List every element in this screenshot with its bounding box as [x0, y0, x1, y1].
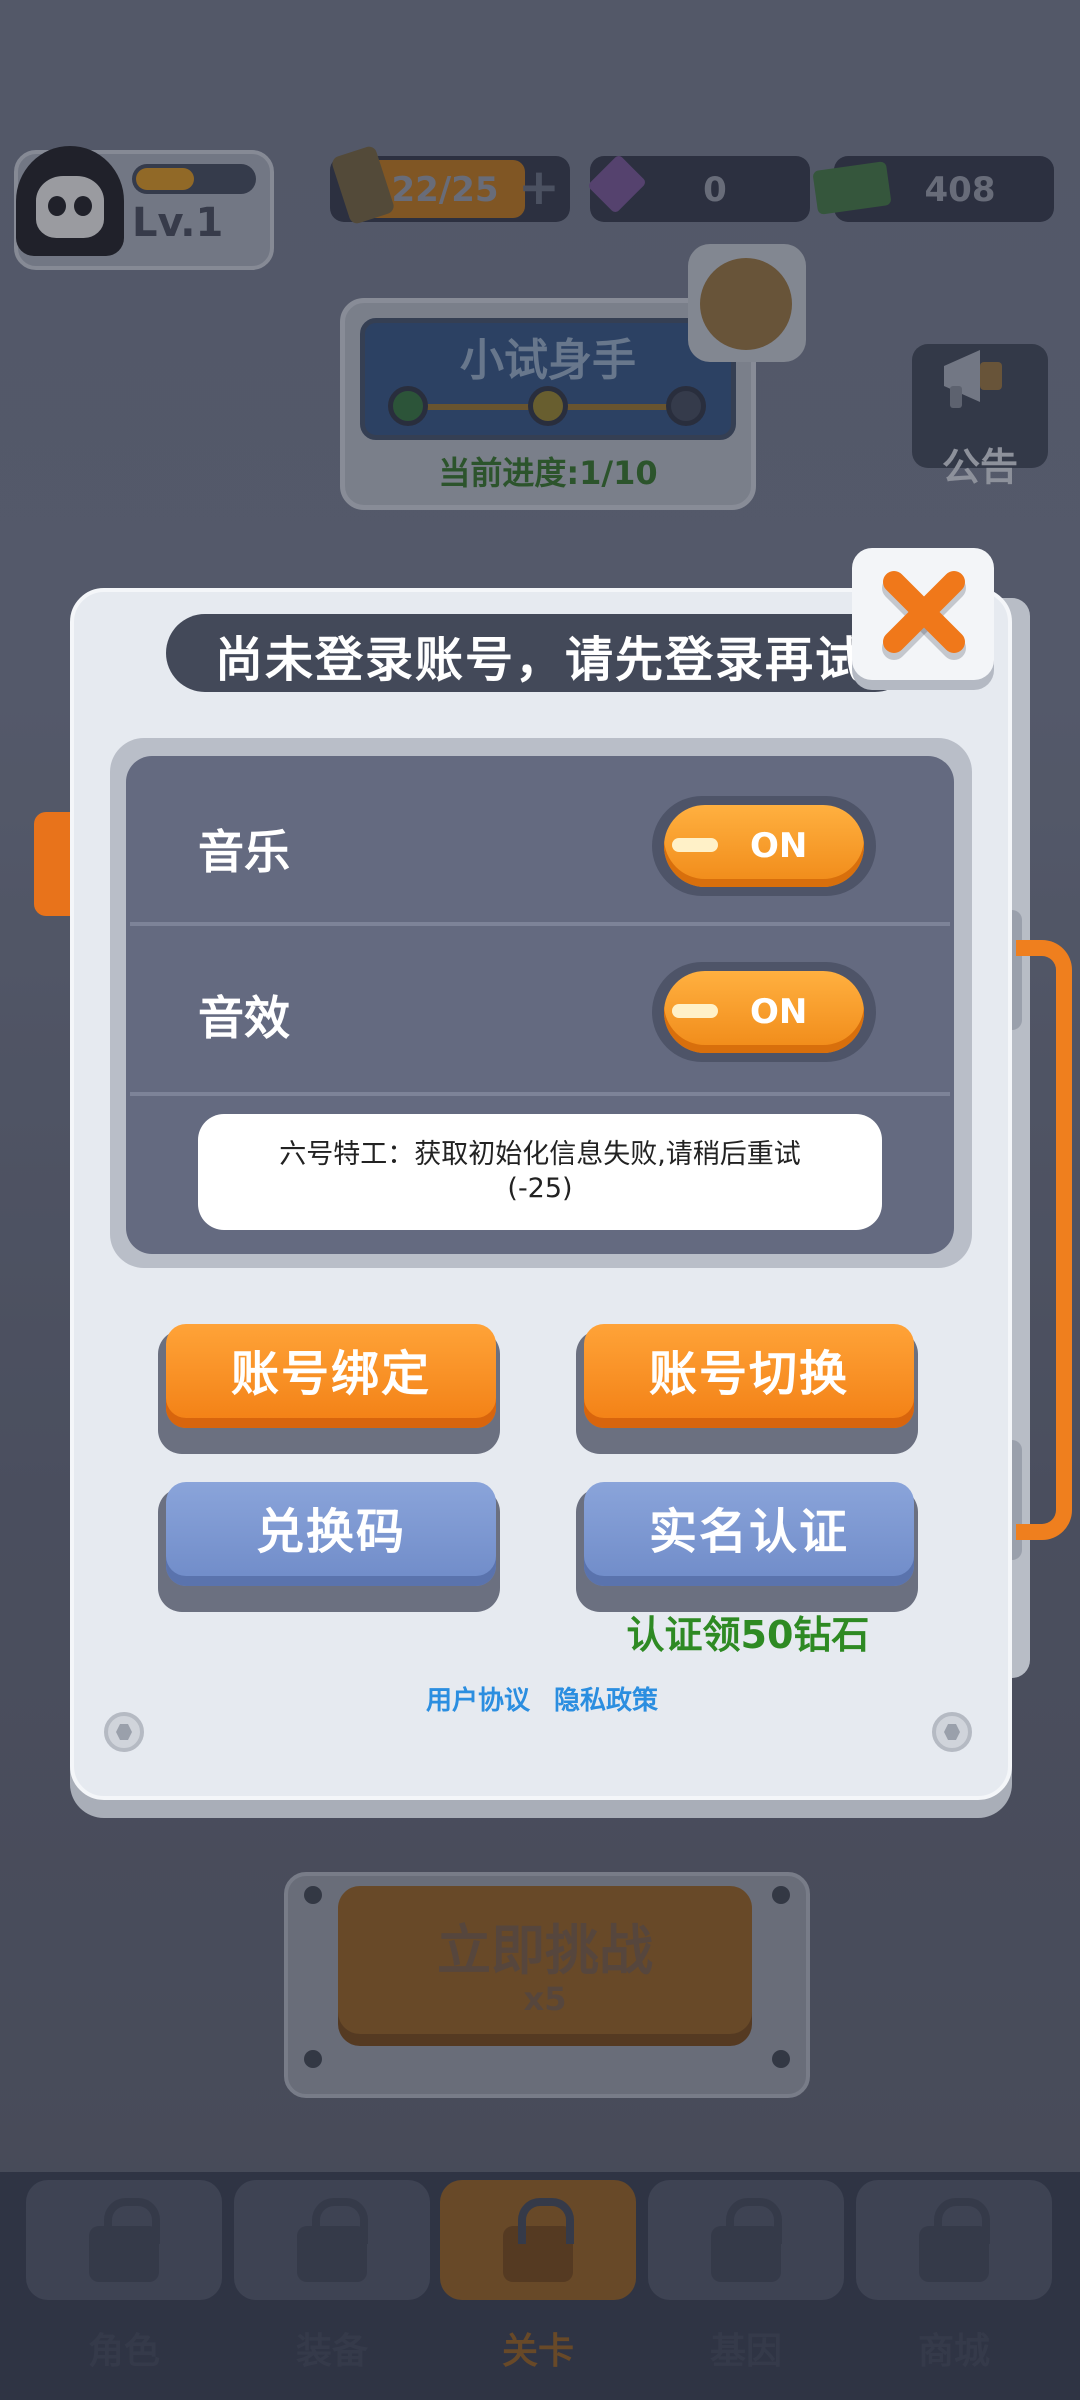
row-divider: [130, 922, 950, 926]
toggle-knob: [672, 1004, 718, 1018]
bolt-icon: [104, 1712, 144, 1752]
door-handle: [1016, 940, 1072, 1540]
toggle-knob: [672, 838, 718, 852]
sfx-label: 音效: [198, 991, 290, 1045]
account-switch-button[interactable]: 账号切换: [584, 1324, 914, 1428]
dialog-side-tab: [34, 812, 74, 916]
music-toggle-state: ON: [750, 826, 808, 866]
toast-message: 六号特工：获取初始化信息失败,请稍后重试: [279, 1139, 801, 1170]
bolt-icon: [932, 1712, 972, 1752]
row-divider: [130, 1092, 950, 1096]
dialog-title: 尚未登录账号，请先登录再试: [214, 632, 865, 688]
redeem-code-button[interactable]: 兑换码: [166, 1482, 496, 1586]
error-toast: 六号特工：获取初始化信息失败,请稍后重试 (-25): [198, 1114, 882, 1230]
music-label: 音乐: [198, 825, 290, 879]
privacy-link[interactable]: 隐私政策: [554, 1680, 658, 1717]
sfx-toggle-state: ON: [750, 992, 808, 1032]
verify-reward-text: 认证领50钻石: [626, 1613, 870, 1657]
close-icon: [882, 571, 966, 660]
account-bind-button[interactable]: 账号绑定: [166, 1324, 496, 1428]
terms-link[interactable]: 用户协议: [426, 1680, 530, 1717]
real-name-verify-button[interactable]: 实名认证: [584, 1482, 914, 1586]
toast-code: (-25): [507, 1173, 573, 1204]
